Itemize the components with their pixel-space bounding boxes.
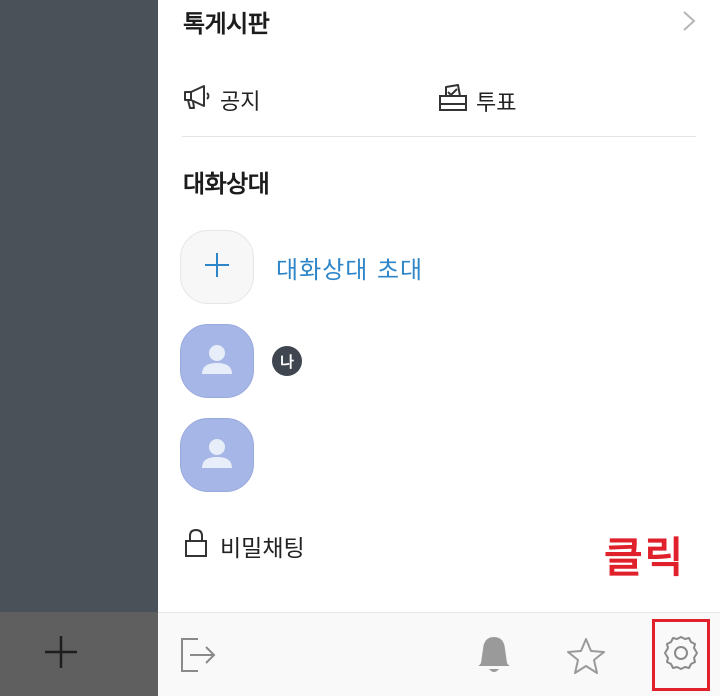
star-icon[interactable] [566,637,606,675]
person-icon [200,342,234,380]
plus-icon [204,252,230,282]
exit-icon[interactable] [180,637,218,673]
bell-icon[interactable] [476,635,512,675]
lock-icon [184,528,208,564]
vote-button[interactable]: 투표 [438,84,516,118]
background-chat-overlay[interactable] [0,0,158,612]
section-divider [182,136,696,137]
background-input-area [0,612,158,696]
gear-icon[interactable] [662,634,700,676]
secret-chat-label: 비밀채팅 [220,536,305,562]
vote-label: 투표 [476,91,517,116]
avatar[interactable] [180,418,254,492]
invite-partner-button[interactable]: 대화상대 초대 [180,230,423,304]
me-badge: 나 [272,346,302,376]
person-icon [200,436,234,474]
invite-plus-button[interactable] [180,230,254,304]
ballot-box-icon [438,84,468,118]
chevron-right-icon[interactable] [682,10,696,36]
member-row[interactable] [180,418,254,492]
notice-button[interactable]: 공지 [182,84,260,116]
megaphone-icon [182,84,212,116]
settings-highlight-box[interactable] [652,619,710,691]
click-annotation-label: 클릭 [604,533,686,582]
chat-room-drawer: 톡게시판 공지 투표 대화상대 대화상대 초대 나 비밀채팅 클릭 [158,0,720,612]
notice-label: 공지 [220,90,261,115]
secret-chat-button[interactable]: 비밀채팅 [184,528,305,564]
avatar[interactable] [180,324,254,398]
drawer-bottom-toolbar [158,612,720,696]
partners-section-title: 대화상대 [183,170,270,198]
invite-partner-label[interactable]: 대화상대 초대 [276,250,423,285]
board-section-title: 톡게시판 [183,10,270,38]
member-row-me[interactable]: 나 [180,324,302,398]
